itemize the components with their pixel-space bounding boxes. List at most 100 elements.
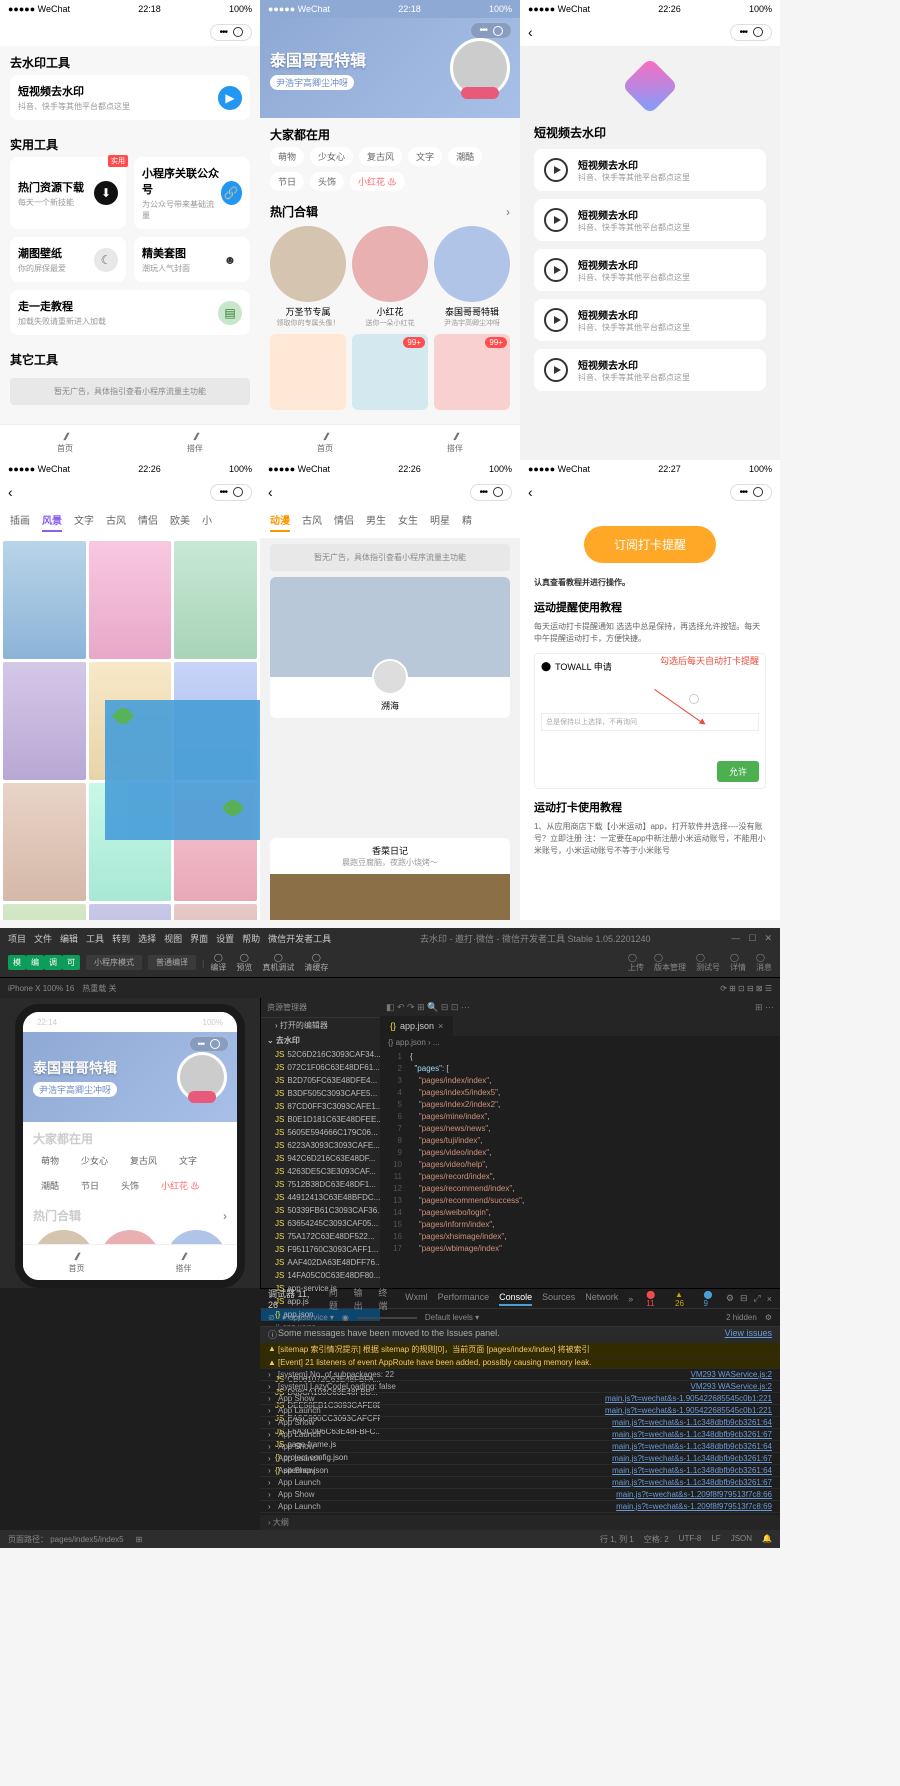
capsule[interactable]: ••• [730,484,772,501]
close-icon[interactable] [233,27,243,37]
action-预览[interactable]: ◯预览 [236,953,252,973]
console-log[interactable]: ›App Showmain.js?t=wechat&s-1.1c348dbfb9… [260,1441,780,1453]
dt-tab-Console[interactable]: Console [499,1292,532,1306]
tag-萌物[interactable]: 萌物 [33,1151,67,1170]
feed-card[interactable]: 香菜日记 晨跑豆腐脑，夜跑小烧烤～ [270,838,510,920]
dt-subtab[interactable]: 输出 [354,1286,371,1312]
context-select[interactable]: ▸ appservice ▾ [283,1313,334,1322]
tab-情侣[interactable]: 情侣 [334,512,354,532]
console-log[interactable]: ▲[Event] 21 listeners of event AppRoute … [260,1357,780,1369]
menu-微信开发者工具[interactable]: 微信开发者工具 [268,934,331,944]
tag-头饰[interactable]: 头饰 [310,172,344,191]
clear-icon[interactable]: ⊘ [268,1313,275,1322]
capsule[interactable]: ••• [210,24,252,41]
tag-复古风[interactable]: 复古风 [122,1151,165,1170]
console-log[interactable]: ›App Showmain.js?t=wechat&s-1.9054226855… [260,1393,780,1405]
menu-编辑[interactable]: 编辑 [60,934,78,944]
feed-card[interactable]: 溯海 [270,577,510,718]
menu-帮助[interactable]: 帮助 [242,934,260,944]
tag-潮酷[interactable]: 潮酷 [33,1176,67,1195]
console-log[interactable]: ›App Launchmain.js?t=wechat&s-1.90542268… [260,1405,780,1417]
devtools-panel[interactable]: 调试器 11, 26 问题输出终端 WxmlPerformanceConsole… [260,1288,780,1538]
wallpaper-thumb[interactable] [174,541,257,659]
tag-文字[interactable]: 文字 [408,147,442,166]
tag-少女心[interactable]: 少女心 [310,147,353,166]
allow-button[interactable]: 允许 [717,761,759,782]
wallpaper-thumb[interactable] [3,541,86,659]
info-count[interactable]: ⬤ 9 [700,1290,719,1308]
dt-tab-Wxml[interactable]: Wxml [405,1292,428,1306]
dt-tab-Network[interactable]: Network [585,1292,618,1306]
file-explorer[interactable]: 资源管理器 › 打开的编辑器 ⌄ 去水印 JS 52C6D216C3093CAF… [260,998,380,1288]
file-item[interactable]: JS B2D705FC63E48DFE4... [261,1074,380,1087]
watermark-item[interactable]: 短视频去水印抖音、快手等其他平台都点这里 [534,299,766,341]
tab-home[interactable]: ///首页 [0,425,130,460]
gear-icon[interactable]: ⚙ [765,1313,772,1322]
panel-toggle-模拟器[interactable]: 模 [8,955,26,970]
tag-潮酷[interactable]: 潮酷 [448,147,482,166]
issues-banner[interactable]: ⓘSome messages have been moved to the Is… [260,1327,780,1343]
tag-头饰[interactable]: 头饰 [113,1176,147,1195]
watermark-item[interactable]: 短视频去水印抖音、快手等其他平台都点这里 [534,349,766,391]
tool-hot-resources[interactable]: 实用 热门资源下载每天一个新技能 ⬇ [10,157,126,229]
tab-动漫[interactable]: 动漫 [270,512,290,532]
editor-tab-appjson[interactable]: {}app.json× [380,1016,453,1036]
wallpaper-thumb[interactable] [3,904,86,920]
dt-subtab[interactable]: 问题 [329,1286,346,1312]
file-item[interactable]: JS B0E1D181C63E48DFEE... [261,1113,380,1126]
file-item[interactable]: JS 5605E594666C179C06... [261,1126,380,1139]
compile-select[interactable]: 普通编译 [148,955,196,970]
tag-少女心[interactable]: 少女心 [73,1151,116,1170]
dt-subtab[interactable]: 终端 [378,1286,395,1312]
tool-remove-watermark[interactable]: 短视频去水印抖音、快手等其他平台都点这里 ▶ [10,75,250,120]
console-log[interactable]: ›App Showmain.js?t=wechat&s-1.1c348dbfb9… [260,1465,780,1477]
album-item[interactable]: 万圣节专属领取你的专属头像！ [270,226,346,328]
panel-toggle-调试器[interactable]: 调 [44,955,62,970]
file-item[interactable]: JS 6223A3093C3093CAFE... [261,1139,380,1152]
file-item[interactable]: JS B3DF505C3093CAFE5... [261,1087,380,1100]
console-log[interactable]: ▲[sitemap 索引情况提示] 根据 sitemap 的规则[0]，当前页面… [260,1343,780,1357]
warn-count[interactable]: ▲ 26 [672,1290,694,1308]
back-icon[interactable]: ‹ [8,484,13,500]
tag-节日[interactable]: 节日 [270,172,304,191]
tab-古风[interactable]: 古风 [106,512,126,532]
action-版本管理[interactable]: ◯版本管理 [654,953,686,973]
console-log[interactable]: ›App Showmain.js?t=wechat&s-1.209f8f9795… [260,1489,780,1501]
wallpaper-thumb[interactable] [3,783,86,901]
file-item[interactable]: JS 87CD0FF3C3093CAFE1... [261,1100,380,1113]
dt-tab-Sources[interactable]: Sources [542,1292,575,1306]
filter-input[interactable] [357,1317,417,1319]
tab-欧美[interactable]: 欧美 [170,512,190,532]
menu-选择[interactable]: 选择 [138,934,156,944]
menu-工具[interactable]: 工具 [86,934,104,944]
explorer-open-editors[interactable]: › 打开的编辑器 [261,1018,380,1033]
file-item[interactable]: JS 44912413C63E48BFDC... [261,1191,380,1204]
panel-toggle-可视化[interactable]: 可 [62,955,80,970]
menu-设置[interactable]: 设置 [216,934,234,944]
file-item[interactable]: JS F9511760C3093CAFF1... [261,1243,380,1256]
tab-女生[interactable]: 女生 [398,512,418,532]
tool-walk-tutorial[interactable]: 走一走教程加载失败请重新进入加载 ▤ [10,290,250,335]
tab-partner[interactable]: ///搭伴 [390,425,520,460]
banner[interactable]: ••• 泰国哥哥特辑 尹浩宇高卿尘冲呀 [260,18,520,118]
tool-wallpaper[interactable]: 潮图壁纸你的屏保最爱 ☾ [10,237,126,282]
back-icon[interactable]: ‹ [528,24,533,40]
wallpaper-thumb[interactable] [3,662,86,780]
tab-精[interactable]: 精 [462,512,472,532]
action-上传[interactable]: ◯上传 [628,953,644,973]
back-icon[interactable]: ‹ [528,484,533,500]
file-item[interactable]: JS 072C1F06C63E48DF61... [261,1061,380,1074]
capsule[interactable]: ••• [210,484,252,501]
capsule[interactable]: ••• [730,24,772,41]
watermark-item[interactable]: 短视频去水印抖音、快手等其他平台都点这里 [534,249,766,291]
menu-界面[interactable]: 界面 [190,934,208,944]
view-issues-link[interactable]: View issues [725,1328,772,1341]
wallpaper-thumb[interactable] [89,904,172,920]
action-清缓存[interactable]: ◯清缓存 [304,953,328,973]
tag-萌物[interactable]: 萌物 [270,147,304,166]
tab-古风[interactable]: 古风 [302,512,322,532]
error-count[interactable]: ⬤ 11 [643,1290,666,1308]
tab-明星[interactable]: 明星 [430,512,450,532]
device-select[interactable]: iPhone X 100% 16 [8,984,74,993]
album-item[interactable]: 小红花送你一朵小红花 [352,226,428,328]
